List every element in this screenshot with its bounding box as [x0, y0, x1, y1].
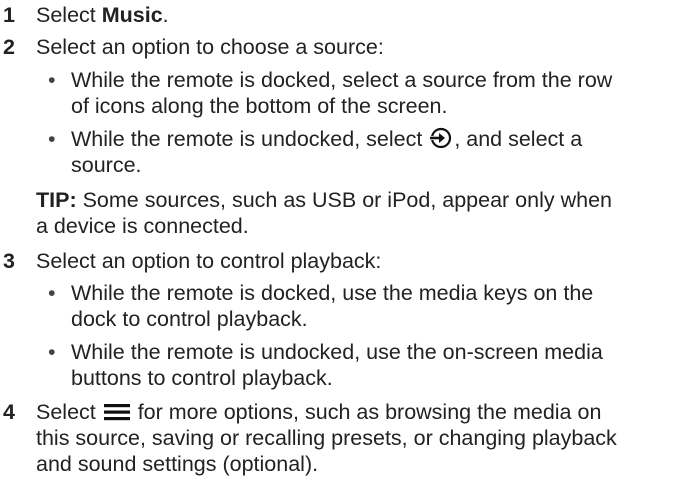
step-1-suffix: . [162, 3, 169, 27]
step-3-text: Select an option to control playback: [36, 249, 382, 273]
step-2-bullet-2-marker: • [48, 127, 56, 151]
step-2-bullet-2-line-2: source. [71, 153, 142, 177]
tip-text-1: Some sources, such as USB or iPod, appea… [76, 188, 612, 212]
step-2-number: 2 [3, 35, 15, 59]
step-2-bullet-1-line-1: While the remote is docked, select a sou… [71, 68, 613, 92]
step-1-number: 1 [3, 3, 15, 27]
tip-label: TIP: [36, 188, 77, 212]
step-2-tip-line-1: TIP: Some sources, such as USB or iPod, … [36, 187, 612, 213]
step-1-bold-term: Music [101, 3, 163, 27]
step-2-bullet-1-line-2: of icons along the bottom of the screen. [71, 94, 448, 118]
step-3-bullet-2-line-1: While the remote is undocked, use the on… [71, 340, 603, 364]
step-3-number: 3 [3, 249, 15, 273]
step-2-bullet-1-marker: • [48, 68, 56, 92]
step-4-line-3: and sound settings (optional). [36, 452, 319, 476]
step-3-bullet-2-line-2: buttons to control playback. [71, 366, 333, 390]
step-4-before-icon: Select [36, 400, 102, 424]
source-arrow-circle-icon [430, 127, 452, 155]
step-2-bullet-2-before-icon: While the remote is undocked, select [71, 127, 429, 151]
step-2-bullet-2-after-icon: , and select a [454, 127, 583, 151]
step-1-prefix: Select [36, 3, 102, 27]
step-2-bullet-2-line-1: While the remote is undocked, select , a… [71, 126, 582, 155]
step-4-line-1: Select for more options, such as browsin… [36, 399, 601, 428]
step-1-text: Select Music. [36, 2, 169, 28]
step-3-bullet-1-line-1: While the remote is docked, use the medi… [71, 281, 594, 305]
step-2-tip-line-2: a device is connected. [36, 214, 249, 238]
step-4-line-2: this source, saving or recalling presets… [36, 426, 617, 450]
instruction-document: 1 Select Music. 2 Select an option to ch… [0, 0, 689, 499]
step-3-bullet-1-marker: • [48, 281, 56, 305]
step-4-number: 4 [3, 400, 15, 424]
step-4-after-icon: for more options, such as browsing the m… [131, 400, 602, 424]
step-2-text: Select an option to choose a source: [36, 35, 384, 59]
step-3-bullet-1-line-2: dock to control playback. [71, 307, 308, 331]
step-3-bullet-2-marker: • [48, 340, 56, 364]
